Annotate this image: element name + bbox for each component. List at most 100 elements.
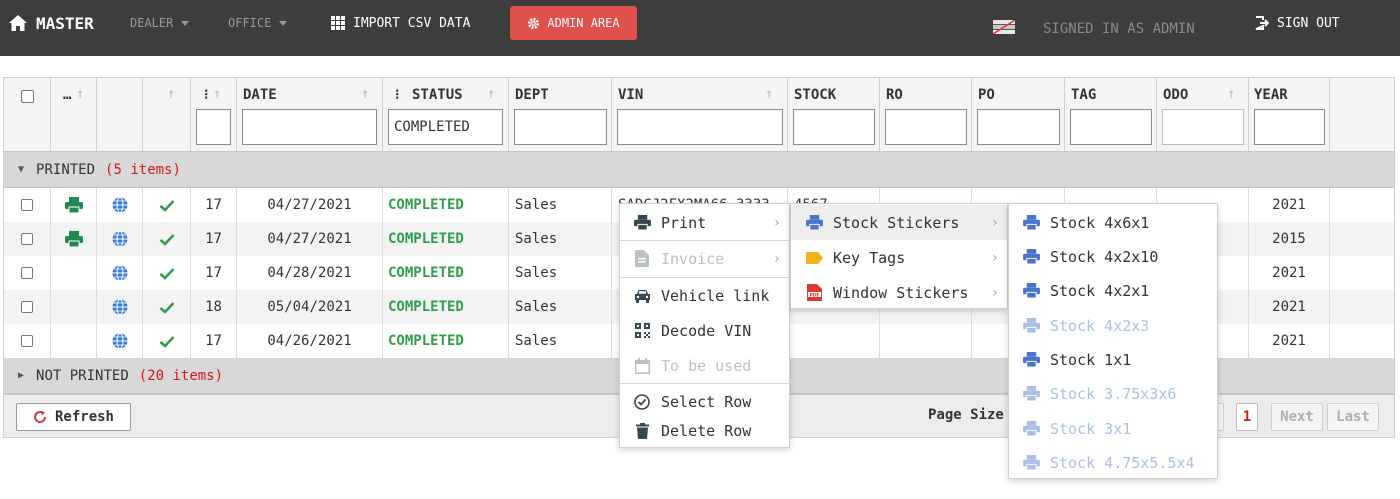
gear-icon <box>528 17 540 29</box>
stock-cell <box>788 324 880 358</box>
signed-in-status: SIGNED IN AS ADMIN <box>1043 21 1195 37</box>
printer-icon <box>633 214 651 232</box>
group-label: PRINTED <box>36 161 96 178</box>
printer-icon <box>1022 282 1040 300</box>
last-page-button[interactable]: Last <box>1327 403 1379 431</box>
printer-icon <box>1022 420 1040 438</box>
header-select-cell <box>4 78 51 151</box>
header-po-cell[interactable]: PO <box>972 78 1065 151</box>
header-more-cell[interactable]: … ↑ <box>51 78 97 151</box>
checkmark-icon <box>159 199 174 212</box>
row-select-cell <box>4 324 51 358</box>
dept-cell: Sales <box>509 290 612 324</box>
select-all-checkbox[interactable] <box>21 90 34 103</box>
sticker-item[interactable]: Stock 4x6x1 <box>1009 205 1217 240</box>
brand-link[interactable]: MASTER <box>8 0 94 46</box>
year-filter-input[interactable] <box>1254 109 1325 145</box>
menu-item-label: Stock 4x2x10 <box>1050 247 1159 266</box>
year-header-label: YEAR <box>1254 87 1288 103</box>
globe-icon[interactable] <box>112 333 128 349</box>
row-select-cell <box>4 188 51 222</box>
header-status-cell[interactable]: ⁝ STATUS ↑ COMPLETED <box>383 78 509 151</box>
row-checkbox[interactable] <box>21 233 33 245</box>
ro-filter-input[interactable] <box>885 109 967 145</box>
menu-item-stock-stickers[interactable]: Stock Stickers › <box>791 205 1007 240</box>
vin-filter-input[interactable] <box>617 109 783 145</box>
caret-down-icon: ▼ <box>18 164 25 175</box>
office-dropdown[interactable]: OFFICE <box>228 0 288 46</box>
sticker-item[interactable]: Stock 4x2x1 <box>1009 273 1217 308</box>
num-cell: 17 <box>191 188 237 222</box>
grid-icon <box>331 16 345 30</box>
header-dept-cell[interactable]: DEPT <box>509 78 612 151</box>
year-cell: 2021 <box>1249 324 1330 358</box>
dept-cell: Sales <box>509 324 612 358</box>
dealer-label: DEALER <box>130 16 174 30</box>
row-select-cell <box>4 290 51 324</box>
row-checkbox[interactable] <box>21 301 33 313</box>
menu-item-print[interactable]: Print › <box>620 205 789 240</box>
num-filter-input[interactable] <box>196 109 231 145</box>
year-cell: 2021 <box>1249 256 1330 290</box>
header-odo-cell[interactable]: ODO ↑ <box>1157 78 1249 151</box>
sort-arrow-icon: ↑ <box>76 86 85 102</box>
tag-filter-input[interactable] <box>1070 109 1152 145</box>
header-date-cell[interactable]: DATE ↑ <box>237 78 383 151</box>
chevron-right-icon: › <box>990 214 999 231</box>
stock-filter-input[interactable] <box>793 109 875 145</box>
header-vin-cell[interactable]: VIN ↑ <box>612 78 788 151</box>
current-page-button[interactable]: 1 <box>1236 403 1258 431</box>
status-filter-input[interactable]: COMPLETED <box>388 109 503 145</box>
header-ro-cell[interactable]: RO <box>880 78 972 151</box>
header-stock-cell[interactable]: STOCK <box>788 78 880 151</box>
office-label: OFFICE <box>228 16 272 30</box>
sticker-item[interactable]: Stock 1x1 <box>1009 342 1217 377</box>
header-year-cell[interactable]: YEAR <box>1249 78 1330 151</box>
menu-item-decode-vin[interactable]: Decode VIN <box>620 313 789 348</box>
status-cell: COMPLETED <box>383 290 509 324</box>
header-web-cell <box>97 78 143 151</box>
menu-item-to-be-used: To be used <box>620 348 789 383</box>
chevron-right-icon: › <box>990 249 999 266</box>
menu-item-vehicle-link[interactable]: Vehicle link <box>620 278 789 313</box>
globe-icon[interactable] <box>112 299 128 315</box>
dept-cell: Sales <box>509 256 612 290</box>
status-cell: COMPLETED <box>383 222 509 256</box>
dealer-dropdown[interactable]: DEALER <box>130 0 190 46</box>
menu-item-key-tags[interactable]: Key Tags › <box>791 240 1007 275</box>
sort-arrow-icon: ↑ <box>213 86 222 102</box>
row-checkbox[interactable] <box>21 267 33 279</box>
menu-item-delete-row[interactable]: Delete Row <box>620 413 789 448</box>
admin-area-button[interactable]: ADMIN AREA <box>510 6 637 40</box>
refresh-button[interactable]: Refresh <box>16 403 131 431</box>
row-checkbox[interactable] <box>21 335 33 347</box>
odo-header-label: ODO <box>1163 87 1189 103</box>
web-cell <box>97 256 143 290</box>
sign-out-link[interactable]: SIGN OUT <box>1255 0 1340 46</box>
import-csv-link[interactable]: IMPORT CSV DATA <box>331 0 470 46</box>
printer-icon <box>64 231 83 247</box>
header-num-cell[interactable]: ⁝ ↑ <box>191 78 237 151</box>
globe-icon[interactable] <box>112 265 128 281</box>
header-check-cell[interactable]: ↑ <box>143 78 191 151</box>
group-row-printed[interactable]: ▼ PRINTED (5 items) <box>4 152 1394 188</box>
next-page-button[interactable]: Next <box>1271 403 1323 431</box>
po-filter-input[interactable] <box>977 109 1060 145</box>
sticker-item: Stock 4.75x5.5x4 <box>1009 445 1217 480</box>
web-cell <box>97 324 143 358</box>
date-filter-input[interactable] <box>242 109 377 145</box>
sort-arrow-icon: ↑ <box>487 86 496 102</box>
globe-icon[interactable] <box>112 197 128 213</box>
globe-icon[interactable] <box>112 231 128 247</box>
row-checkbox[interactable] <box>21 199 33 211</box>
dept-filter-input[interactable] <box>514 109 607 145</box>
ro-cell <box>880 324 972 358</box>
header-tag-cell[interactable]: TAG <box>1065 78 1157 151</box>
status-header-label: STATUS <box>412 87 463 103</box>
sticker-item[interactable]: Stock 4x2x10 <box>1009 239 1217 274</box>
menu-item-window-stickers[interactable]: PDF Window Stickers › <box>791 275 1007 310</box>
odo-filter-input[interactable] <box>1162 109 1244 145</box>
stock-header-label: STOCK <box>794 87 837 103</box>
status-cell: COMPLETED <box>383 188 509 222</box>
year-cell: 2021 <box>1249 188 1330 222</box>
